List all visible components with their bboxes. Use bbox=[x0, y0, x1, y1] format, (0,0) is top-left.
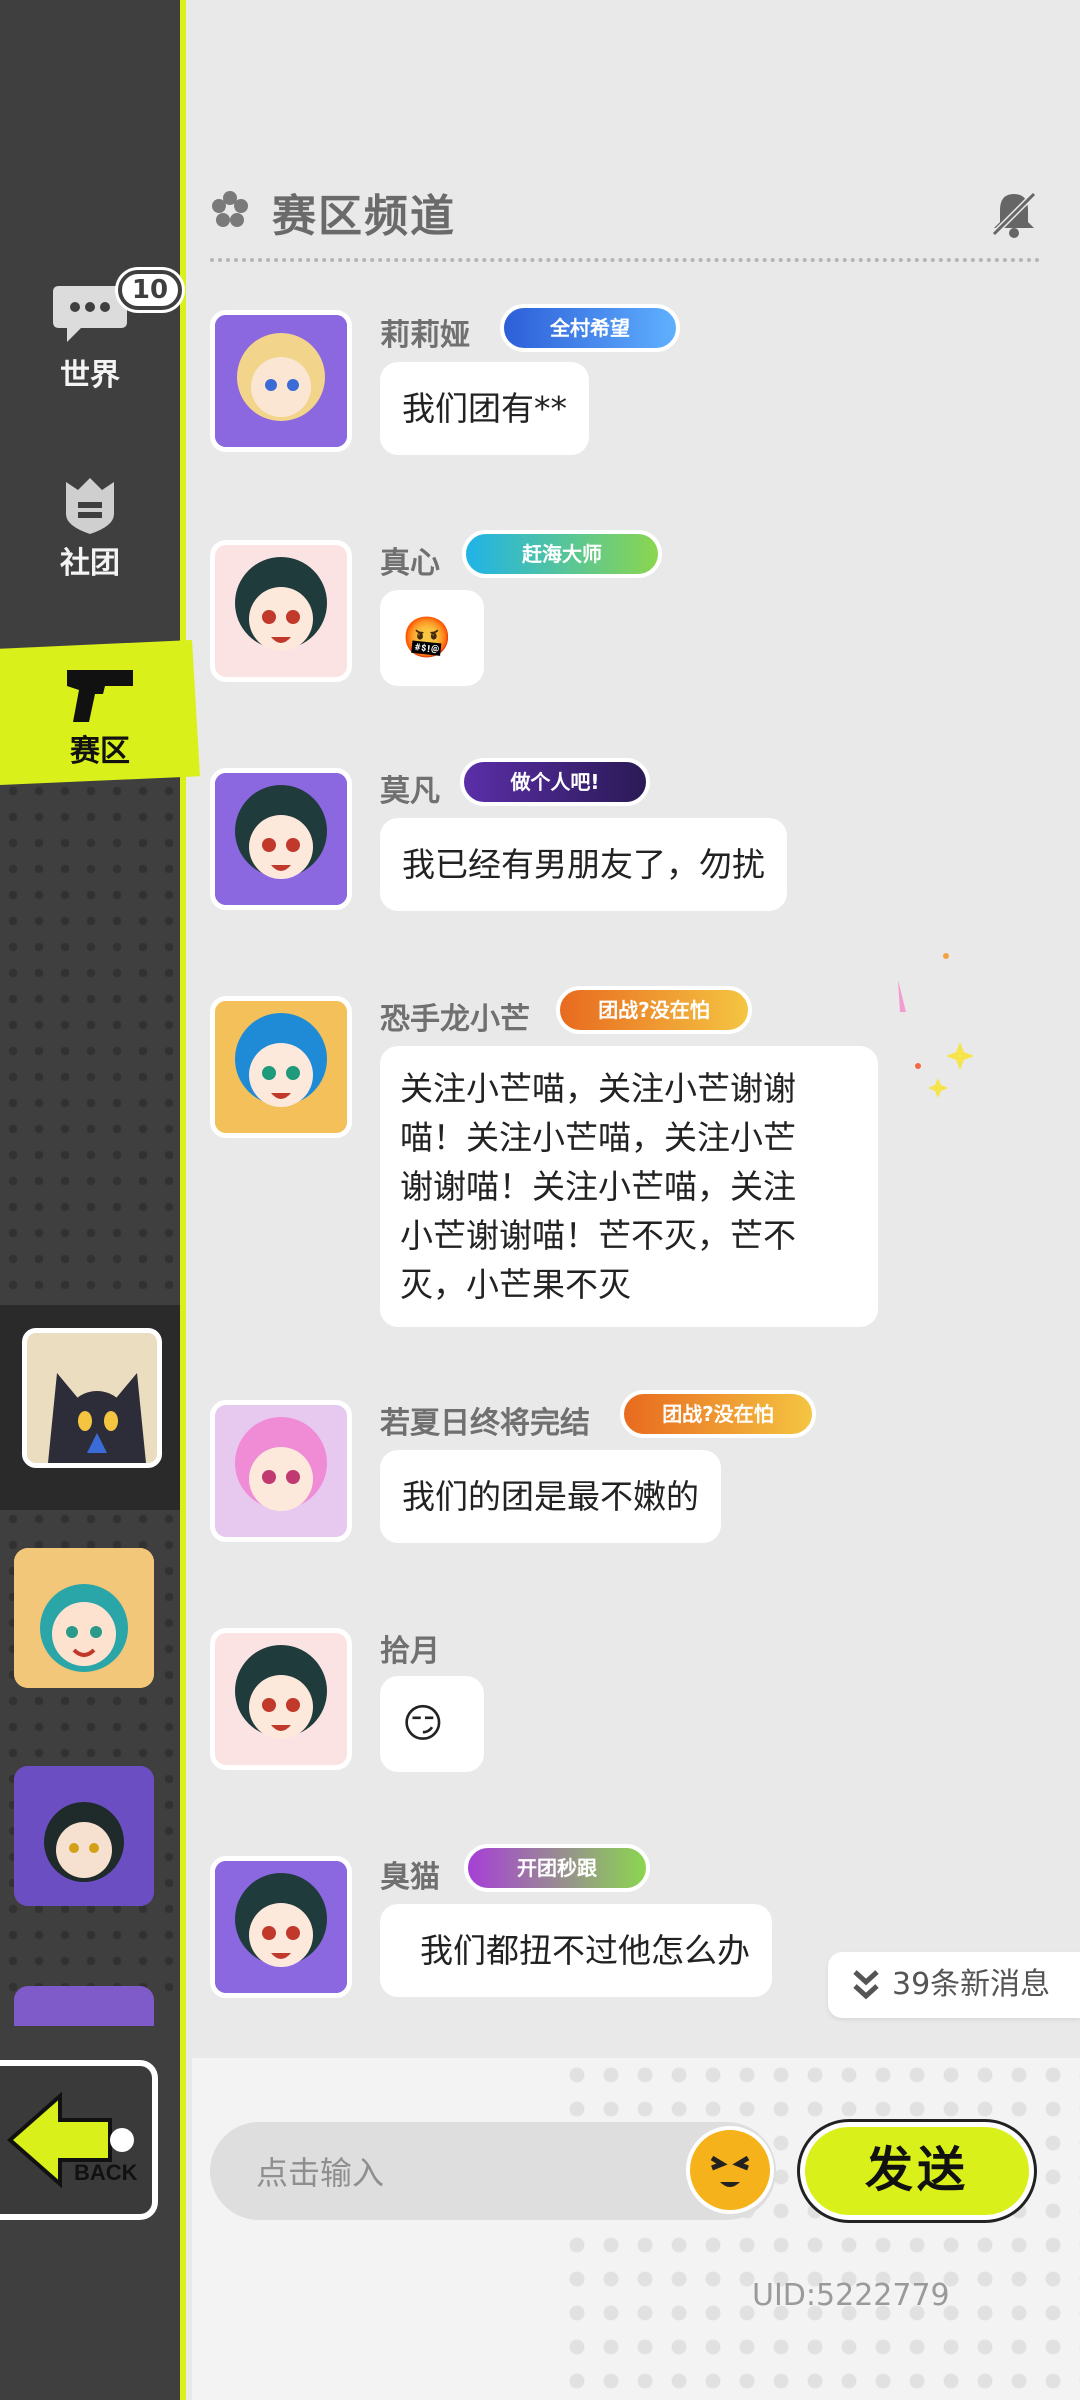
flower-icon bbox=[212, 191, 248, 227]
message-bubble: 我已经有男朋友了，勿扰 bbox=[380, 818, 787, 911]
medal-badge: 团战?没在怕 bbox=[556, 986, 752, 1034]
input-bar-bg bbox=[192, 2058, 1080, 2400]
emoji-smirk: 😏 bbox=[402, 1701, 444, 1747]
back-button[interactable]: BACK bbox=[0, 2060, 158, 2220]
input-placeholder: 点击输入 bbox=[256, 2154, 385, 2192]
girl-avatar-icon bbox=[14, 1548, 154, 1688]
message-avatar[interactable] bbox=[210, 768, 352, 910]
medal-badge: 赶海大师 bbox=[462, 530, 662, 578]
message-line: 关注小芒喵，关注小芒谢谢 bbox=[400, 1069, 796, 1108]
avatar-darkhair-icon bbox=[215, 545, 347, 677]
contact-avatar[interactable] bbox=[14, 1766, 154, 1906]
send-button[interactable]: 发送 bbox=[800, 2122, 1034, 2220]
nav-world-label: 世界 bbox=[60, 358, 120, 393]
gun-icon bbox=[67, 670, 133, 722]
message-bubble: 我们团有** bbox=[380, 362, 589, 455]
sender-name: 若夏日终将完结 bbox=[380, 1406, 590, 1441]
nav-club[interactable]: 社团 bbox=[0, 470, 180, 600]
sender-name: 拾月 bbox=[380, 1634, 440, 1669]
message-line: 谢谢喵！关注小芒喵，关注 bbox=[400, 1167, 796, 1206]
message-avatar[interactable] bbox=[210, 540, 352, 682]
message-avatar[interactable] bbox=[210, 310, 352, 452]
channel-title: 赛区频道 bbox=[272, 191, 456, 242]
message-bubble: 😏 bbox=[380, 1676, 484, 1772]
user-id: UID:5222779 bbox=[752, 2278, 950, 2313]
sender-name: 莫凡 bbox=[380, 774, 440, 809]
message-avatar[interactable] bbox=[210, 1628, 352, 1770]
unread-badge: 10 bbox=[118, 270, 182, 310]
medal-badge: 团战?没在怕 bbox=[620, 1390, 816, 1438]
message-line: 小芒谢谢喵！芒不灭，芒不 bbox=[400, 1216, 796, 1255]
back-label: BACK bbox=[74, 2160, 138, 2185]
emoji-button[interactable] bbox=[686, 2126, 774, 2214]
message-bubble: 我们都扭不过他怎么办 bbox=[380, 1904, 772, 1997]
dot-pattern bbox=[560, 2058, 1080, 2400]
message-bubble: 关注小芒喵，关注小芒谢谢 喵！关注小芒喵，关注小芒 谢谢喵！关注小芒喵，关注 小… bbox=[380, 1046, 878, 1327]
mute-bell-icon[interactable] bbox=[988, 188, 1040, 240]
nav-zone-label: 赛区 bbox=[70, 734, 130, 769]
sender-name: 恐手龙小芒 bbox=[380, 1002, 530, 1037]
boy-avatar-icon bbox=[14, 1766, 154, 1906]
medal-badge: 做个人吧! bbox=[460, 758, 650, 806]
message-avatar[interactable] bbox=[210, 996, 352, 1138]
message-bubble: 我们的团是最不嫩的 bbox=[380, 1450, 721, 1543]
sender-name: 真心 bbox=[380, 546, 440, 581]
avatar-darkhair-icon bbox=[215, 1861, 347, 1993]
avatar-blonde-icon bbox=[215, 315, 347, 447]
message-line: 喵！关注小芒喵，关注小芒 bbox=[400, 1118, 796, 1157]
new-messages-button[interactable]: 39条新消息 bbox=[828, 1952, 1080, 2018]
sparkle-icon bbox=[898, 953, 974, 1098]
avatar-pinkhair-icon bbox=[215, 1405, 347, 1537]
nav-zone[interactable]: 赛区 bbox=[0, 640, 200, 785]
emoji-angry: 🤬 bbox=[402, 615, 452, 661]
contact-avatar[interactable] bbox=[14, 1548, 154, 1688]
shield-crown-icon bbox=[66, 478, 114, 534]
header-divider bbox=[210, 258, 1040, 262]
channel-header: 赛区频道 bbox=[210, 170, 1040, 260]
contact-avatar[interactable] bbox=[14, 1986, 154, 2026]
nav-club-label: 社团 bbox=[60, 546, 120, 581]
back-arrow-icon: BACK bbox=[6, 2091, 138, 2189]
medal-badge: 全村希望 bbox=[500, 304, 680, 352]
avatar-darkhair-icon bbox=[215, 773, 347, 905]
avatar-darkhair-icon bbox=[215, 1633, 347, 1765]
cat-avatar-icon bbox=[48, 1373, 146, 1463]
medal-badge: 开团秒跟 bbox=[464, 1844, 650, 1892]
message-line: 灭，小芒果不灭 bbox=[400, 1265, 631, 1304]
sender-name: 莉莉娅 bbox=[380, 318, 470, 353]
new-messages-label: 39条新消息 bbox=[892, 1967, 1051, 2002]
sender-name: 臭猫 bbox=[380, 1860, 440, 1895]
avatar-bluehair-icon bbox=[215, 1001, 347, 1133]
sidebar-edge bbox=[180, 0, 186, 2400]
message-avatar[interactable] bbox=[210, 1400, 352, 1542]
emoji-face-icon bbox=[710, 2155, 750, 2187]
message-bubble: 🤬 bbox=[380, 590, 484, 686]
contact-avatar[interactable] bbox=[22, 1328, 162, 1468]
message-avatar[interactable] bbox=[210, 1856, 352, 1998]
double-chevron-down-icon bbox=[853, 1970, 879, 2000]
